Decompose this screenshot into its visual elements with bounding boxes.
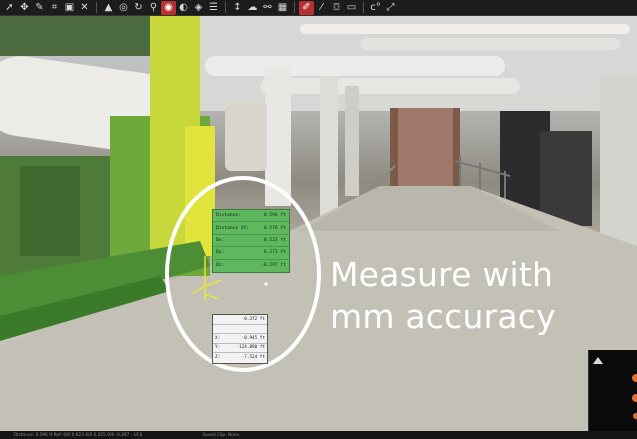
pen-edit-icon[interactable]: ✐ <box>299 0 314 15</box>
measure-active-icon[interactable]: ◉ <box>161 0 176 15</box>
measure-value: 0.271 ft <box>263 250 286 256</box>
coord-row-blank <box>213 325 267 334</box>
status-text: Distance: 0.596 ft Ref: 0/0 0.623 0/0 0.… <box>14 432 143 438</box>
coord-row-x: X: -0.945 ft <box>213 334 267 344</box>
right-wall <box>600 76 637 246</box>
measure-value: -0.297 ft <box>261 263 286 269</box>
measurement-panel: Distance: 0.596 ft Distance XY: 0.576 ft D… <box>212 209 290 273</box>
close-x-icon[interactable]: ✕ <box>77 1 92 15</box>
box-icon[interactable]: ▣ <box>62 1 77 15</box>
measure-label: Dy: <box>216 250 225 256</box>
toolbar-separator <box>225 2 226 13</box>
coordinate-panel: -0.372 ft X: -0.945 ft Y: -124.890 ft Z: -7… <box>212 314 268 364</box>
measure-row-dz: Dz: -0.297 ft <box>213 260 289 272</box>
eyedropper-icon[interactable]: ⁄ <box>314 1 329 15</box>
height-icon[interactable]: ↕ <box>230 1 245 15</box>
measure-row-distance-xy: Distance XY: 0.576 ft <box>213 222 289 235</box>
minimap-panel[interactable] <box>588 350 637 431</box>
minimap-svg <box>593 357 637 419</box>
grid-icon[interactable]: ▦ <box>275 1 290 15</box>
cube-icon[interactable]: ◈ <box>191 1 206 15</box>
ceiling-pipe-5 <box>360 38 620 50</box>
toolbar-separator <box>294 2 295 13</box>
ceiling-pipe-4 <box>300 24 630 34</box>
sphere-icon[interactable]: ◐ <box>176 1 191 15</box>
minimap-marker-3 <box>633 413 637 419</box>
layers-icon[interactable]: ☰ <box>206 1 221 15</box>
minimap-home-icon <box>593 357 603 364</box>
target-icon[interactable]: ◎ <box>116 1 131 15</box>
coord-label: Z: <box>215 355 221 361</box>
coord-value: -0.945 ft <box>241 335 265 341</box>
status-right-text: Saved Clip: None <box>202 432 240 438</box>
rotate-degrees-icon[interactable]: c° <box>368 1 383 15</box>
measure-value: 0.576 ft <box>263 225 286 231</box>
warning-triangle-icon[interactable]: ▲ <box>101 1 116 15</box>
crop-icon[interactable]: ⌗ <box>47 1 62 15</box>
promo-caption: Measure with mm accuracy <box>330 254 556 338</box>
rotate-icon[interactable]: ↻ <box>131 1 146 15</box>
measure-label: Distance: <box>216 213 241 219</box>
coord-row-offset: -0.372 ft <box>213 315 267 325</box>
green-frame-1 <box>20 166 80 256</box>
camera-icon[interactable]: ⌼ <box>329 1 344 15</box>
link-icon[interactable]: ⚯ <box>260 1 275 15</box>
ceiling-pipe-3 <box>330 96 590 108</box>
status-bar: Distance: 0.596 ft Ref: 0/0 0.623 0/0 0.… <box>0 431 637 439</box>
point-cloud-scene <box>0 16 637 431</box>
point-cloud-viewport[interactable]: Distance: 0.596 ft Distance XY: 0.576 ft D… <box>0 16 637 431</box>
far-door <box>398 108 453 186</box>
caption-line-1: Measure with <box>330 255 554 294</box>
cloud-icon[interactable]: ☁ <box>245 1 260 15</box>
coord-label: Y: <box>215 345 221 351</box>
main-toolbar: ➚ ✥ ✎ ⌗ ▣ ✕ ▲ ◎ ↻ ⚲ ◉ ◐ ◈ ☰ ↕ ☁ ⚯ ▦ ✐ ⁄ ⌼ ▭ c° ⤢ <box>0 0 637 16</box>
coord-value: -0.372 ft <box>241 316 265 322</box>
caption-line-2: mm accuracy <box>330 297 556 336</box>
coord-value: -7.524 ft <box>241 355 265 361</box>
measure-label: Dx: <box>216 237 225 243</box>
minimap-marker-1 <box>632 374 637 382</box>
film-icon[interactable]: ▭ <box>344 1 359 15</box>
pointer-arrow-icon[interactable]: ➚ <box>2 1 17 15</box>
cabinet-right <box>540 131 592 226</box>
measure-row-distance: Distance: 0.596 ft <box>213 210 289 223</box>
measure-label: Distance XY: <box>216 225 250 231</box>
vertical-pipe-3 <box>345 86 359 196</box>
coord-row-z: Z: -7.524 ft <box>213 353 267 363</box>
pin-icon[interactable]: ⚲ <box>146 1 161 15</box>
measure-value: 0.596 ft <box>263 213 286 219</box>
coord-row-y: Y: -124.890 ft <box>213 344 267 353</box>
toolbar-separator <box>96 2 97 13</box>
paint-icon[interactable]: ✎ <box>32 1 47 15</box>
measure-label: Dz: <box>216 263 225 269</box>
ceiling-pipe-1 <box>205 56 505 76</box>
pan-icon[interactable]: ✥ <box>17 1 32 15</box>
minimap-marker-2 <box>632 394 637 402</box>
expand-icon[interactable]: ⤢ <box>383 1 398 15</box>
measure-value: 0.523 ft <box>263 237 286 243</box>
measure-row-dx: Dx: 0.523 ft <box>213 235 289 248</box>
ceiling-pipe-2 <box>260 78 520 94</box>
measure-row-dy: Dy: 0.271 ft <box>213 247 289 260</box>
measure-point <box>264 282 268 286</box>
yellow-tank <box>185 126 215 256</box>
coord-value: -124.890 ft <box>236 345 265 351</box>
pipe-elbow <box>225 101 267 171</box>
toolbar-separator <box>363 2 364 13</box>
vertical-pipe-2 <box>320 76 338 216</box>
coord-label: X: <box>215 335 221 341</box>
